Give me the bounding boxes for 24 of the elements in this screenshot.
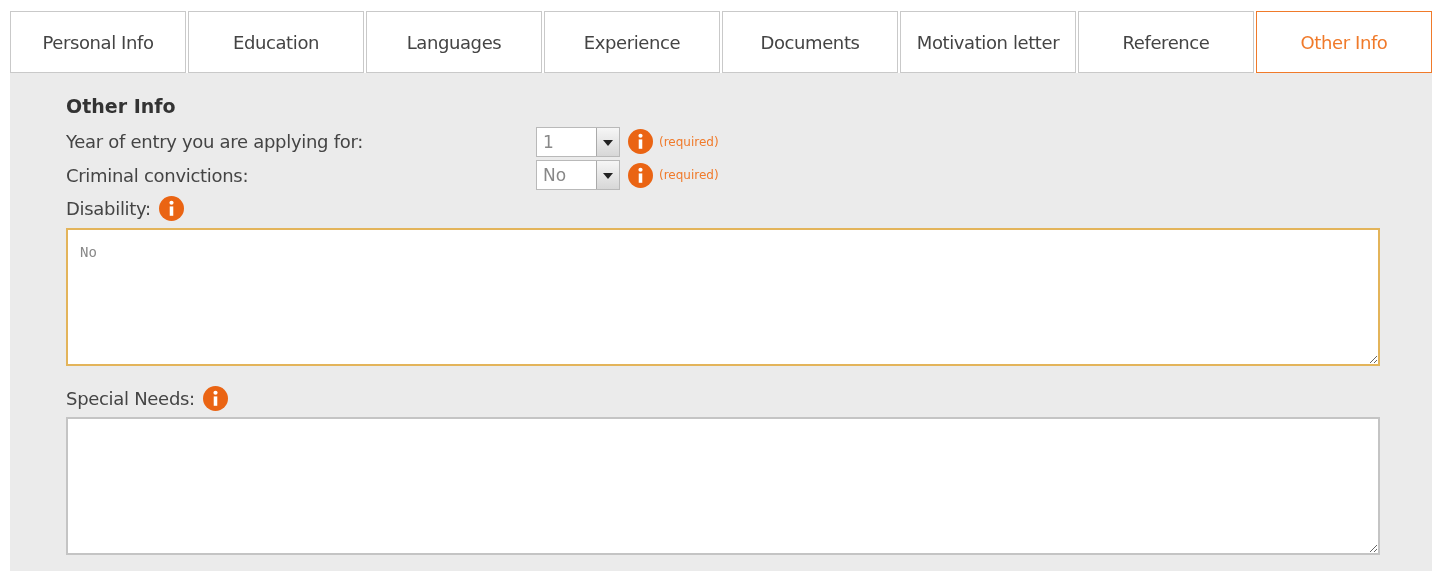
section-heading: Other Info (66, 95, 177, 117)
text-area[interactable] (66, 417, 1380, 555)
field-label: Disability: (66, 198, 151, 220)
tab[interactable]: Documents (722, 11, 898, 73)
field-label: Criminal convictions: (66, 164, 250, 186)
text-area[interactable]: No (66, 227, 1380, 366)
info-icon[interactable] (628, 162, 653, 188)
select-field[interactable]: 1 (536, 126, 620, 157)
required-note: (required) (659, 134, 719, 149)
field-label: Year of entry you are applying for: (66, 131, 364, 153)
tab[interactable]: Motivation letter (900, 11, 1076, 73)
tab[interactable]: Languages (366, 11, 542, 73)
caret-icon[interactable] (596, 161, 619, 190)
tab[interactable]: Reference (1078, 11, 1254, 73)
tab[interactable]: Personal Info (10, 11, 186, 73)
caret-icon[interactable] (596, 127, 619, 156)
info-icon[interactable] (202, 385, 228, 411)
required-note: (required) (659, 168, 719, 183)
select-field[interactable]: No (536, 160, 620, 191)
tab[interactable]: Education (188, 11, 364, 73)
field-label: Special Needs: (66, 387, 195, 409)
info-icon[interactable] (628, 129, 653, 155)
tab[interactable]: Experience (544, 11, 720, 73)
info-icon[interactable] (158, 196, 184, 222)
